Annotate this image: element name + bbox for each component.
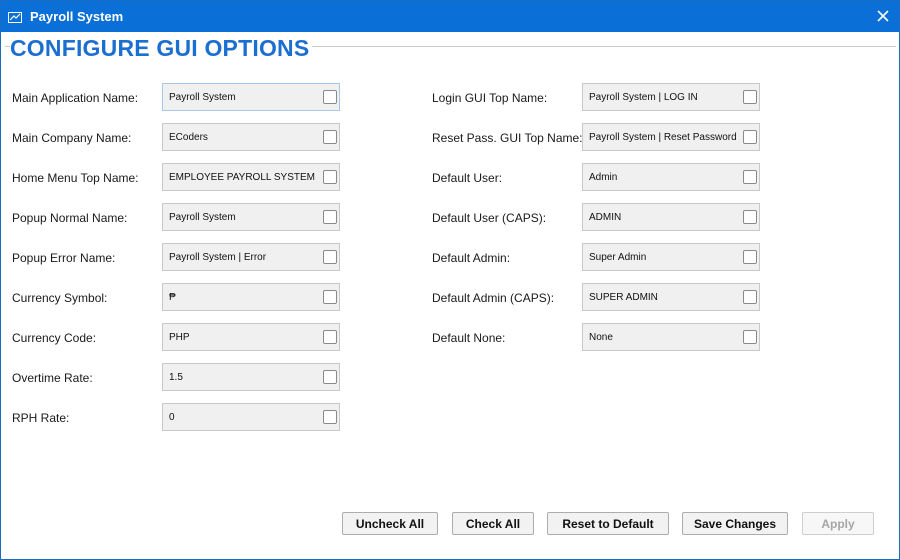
default-none-field[interactable]: None [582, 323, 760, 351]
default-admin-caps-field[interactable]: SUPER ADMIN [582, 283, 760, 311]
rph-rate-checkbox[interactable] [323, 410, 337, 424]
default-user-caps-field[interactable]: ADMIN [582, 203, 760, 231]
default-admin-checkbox[interactable] [743, 250, 757, 264]
field-label: Default User: [432, 171, 503, 185]
main-application-name-checkbox[interactable] [323, 90, 337, 104]
field-label: Default Admin: [432, 251, 511, 265]
reset-to-default-button[interactable]: Reset to Default [547, 512, 669, 535]
field-value: None [589, 332, 613, 343]
popup-error-name-checkbox[interactable] [323, 250, 337, 264]
apply-button[interactable]: Apply [802, 512, 874, 535]
field-value: Admin [589, 172, 618, 183]
main-company-name-checkbox[interactable] [323, 130, 337, 144]
default-admin-caps-checkbox[interactable] [743, 290, 757, 304]
field-label: Home Menu Top Name: [12, 171, 139, 185]
home-menu-top-name-field[interactable]: EMPLOYEE PAYROLL SYSTEM [162, 163, 340, 191]
main-application-name-field[interactable]: Payroll System [162, 83, 340, 111]
default-none-checkbox[interactable] [743, 330, 757, 344]
payroll-window: Payroll System CONFIGURE GUI OPTIONS Mai… [0, 0, 900, 560]
popup-normal-name-field[interactable]: Payroll System [162, 203, 340, 231]
field-label: Default None: [432, 331, 506, 345]
overtime-rate-field[interactable]: 1.5 [162, 363, 340, 391]
popup-normal-name-checkbox[interactable] [323, 210, 337, 224]
check-all-button[interactable]: Check All [452, 512, 534, 535]
default-admin-field[interactable]: Super Admin [582, 243, 760, 271]
field-value: PHP [169, 332, 190, 343]
field-value: Payroll System | LOG IN [589, 92, 698, 103]
default-user-checkbox[interactable] [743, 170, 757, 184]
field-label: Login GUI Top Name: [432, 91, 548, 105]
field-value: EMPLOYEE PAYROLL SYSTEM [169, 172, 315, 183]
field-label: RPH Rate: [12, 411, 70, 425]
login-gui-top-name-field[interactable]: Payroll System | LOG IN [582, 83, 760, 111]
default-user-caps-checkbox[interactable] [743, 210, 757, 224]
field-label: Main Application Name: [12, 91, 139, 105]
currency-symbol-checkbox[interactable] [323, 290, 337, 304]
reset-pass-gui-top-name-checkbox[interactable] [743, 130, 757, 144]
field-label: Default User (CAPS): [432, 211, 547, 225]
field-value: ₱ [169, 292, 176, 303]
field-label: Default Admin (CAPS): [432, 291, 555, 305]
field-value: 1.5 [169, 372, 183, 383]
field-label: Main Company Name: [12, 131, 132, 145]
window-title: Payroll System [30, 9, 124, 24]
field-label: Overtime Rate: [12, 371, 93, 385]
field-value: ADMIN [589, 212, 622, 223]
title-bar[interactable]: Payroll System [1, 1, 899, 32]
field-value: 0 [169, 412, 175, 423]
currency-symbol-field[interactable]: ₱ [162, 283, 340, 311]
field-value: Payroll System [169, 212, 236, 223]
field-value: SUPER ADMIN [589, 292, 658, 303]
page-title: CONFIGURE GUI OPTIONS [10, 35, 313, 62]
overtime-rate-checkbox[interactable] [323, 370, 337, 384]
field-label: Currency Symbol: [12, 291, 108, 305]
close-icon[interactable] [871, 4, 895, 28]
currency-code-checkbox[interactable] [323, 330, 337, 344]
save-changes-button[interactable]: Save Changes [682, 512, 788, 535]
currency-code-field[interactable]: PHP [162, 323, 340, 351]
field-value: Payroll System [169, 92, 236, 103]
uncheck-all-button[interactable]: Uncheck All [342, 512, 438, 535]
field-value: Payroll System | Error [169, 252, 267, 263]
field-value: ECoders [169, 132, 208, 143]
login-gui-top-name-checkbox[interactable] [743, 90, 757, 104]
rph-rate-field[interactable]: 0 [162, 403, 340, 431]
field-label: Popup Error Name: [12, 251, 116, 265]
payroll-app-icon [8, 10, 22, 23]
field-value: Super Admin [589, 252, 647, 263]
default-user-field[interactable]: Admin [582, 163, 760, 191]
popup-error-name-field[interactable]: Payroll System | Error [162, 243, 340, 271]
field-value: Payroll System | Reset Password [589, 132, 737, 143]
home-menu-top-name-checkbox[interactable] [323, 170, 337, 184]
field-label: Popup Normal Name: [12, 211, 128, 225]
field-label: Currency Code: [12, 331, 97, 345]
main-company-name-field[interactable]: ECoders [162, 123, 340, 151]
reset-pass-gui-top-name-field[interactable]: Payroll System | Reset Password [582, 123, 760, 151]
field-label: Reset Pass. GUI Top Name: [432, 131, 583, 145]
